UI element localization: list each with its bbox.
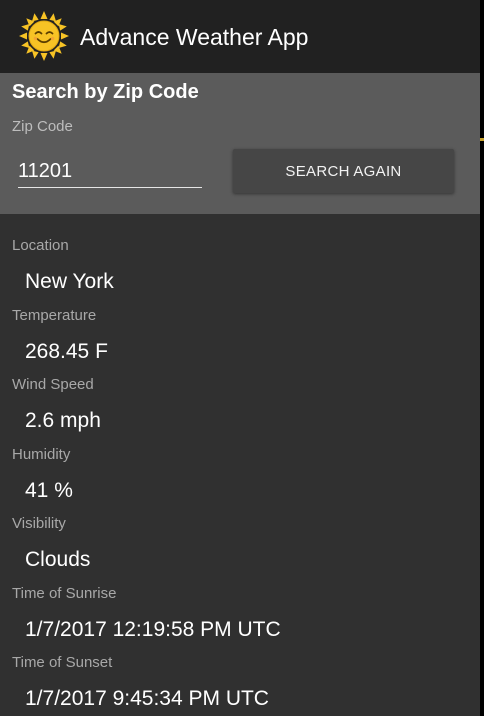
location-value: New York bbox=[25, 270, 114, 293]
app-bar: Advance Weather App bbox=[0, 0, 480, 73]
visibility-label: Visibility bbox=[12, 515, 66, 532]
edge-marker bbox=[480, 138, 484, 141]
sunset-label: Time of Sunset bbox=[12, 654, 113, 671]
screen-edge bbox=[480, 0, 484, 716]
app-title: Advance Weather App bbox=[80, 24, 309, 50]
humidity-value: 41 % bbox=[25, 478, 73, 502]
temperature-value: 268.45 F bbox=[25, 339, 108, 363]
sun-icon bbox=[19, 11, 69, 61]
temperature-label: Temperature bbox=[12, 306, 97, 324]
info-item-location: Location New York bbox=[0, 224, 480, 294]
info-item-humidity: Humidity 41 % bbox=[0, 433, 480, 503]
wind-speed-value: 2.6 mph bbox=[25, 409, 101, 432]
humidity-label: Humidity bbox=[12, 445, 71, 463]
weather-info-list: Location New York Temperature 268.45 F W… bbox=[0, 224, 480, 711]
search-panel: Search by Zip Code Zip Code SEARCH AGAIN bbox=[0, 73, 480, 214]
zip-code-input[interactable] bbox=[18, 155, 202, 188]
location-label: Location bbox=[12, 237, 69, 254]
info-item-visibility: Visibility Clouds bbox=[0, 502, 480, 572]
search-again-button[interactable]: SEARCH AGAIN bbox=[233, 149, 454, 193]
visibility-value: Clouds bbox=[25, 548, 91, 571]
info-item-wind-speed: Wind Speed 2.6 mph bbox=[0, 363, 480, 433]
sunrise-value: 1/7/2017 12:19:58 PM UTC bbox=[25, 617, 281, 641]
sunrise-label: Time of Sunrise bbox=[12, 584, 117, 602]
zip-code-label: Zip Code bbox=[12, 118, 73, 135]
info-item-sunrise: Time of Sunrise 1/7/2017 12:19:58 PM UTC bbox=[0, 572, 480, 642]
app-screen: Advance Weather App Search by Zip Code Z… bbox=[0, 0, 480, 716]
info-item-temperature: Temperature 268.45 F bbox=[0, 294, 480, 364]
sunset-value: 1/7/2017 9:45:34 PM UTC bbox=[25, 687, 269, 710]
info-item-sunset: Time of Sunset 1/7/2017 9:45:34 PM UTC bbox=[0, 641, 480, 711]
search-heading: Search by Zip Code bbox=[12, 81, 199, 103]
wind-speed-label: Wind Speed bbox=[12, 376, 94, 393]
